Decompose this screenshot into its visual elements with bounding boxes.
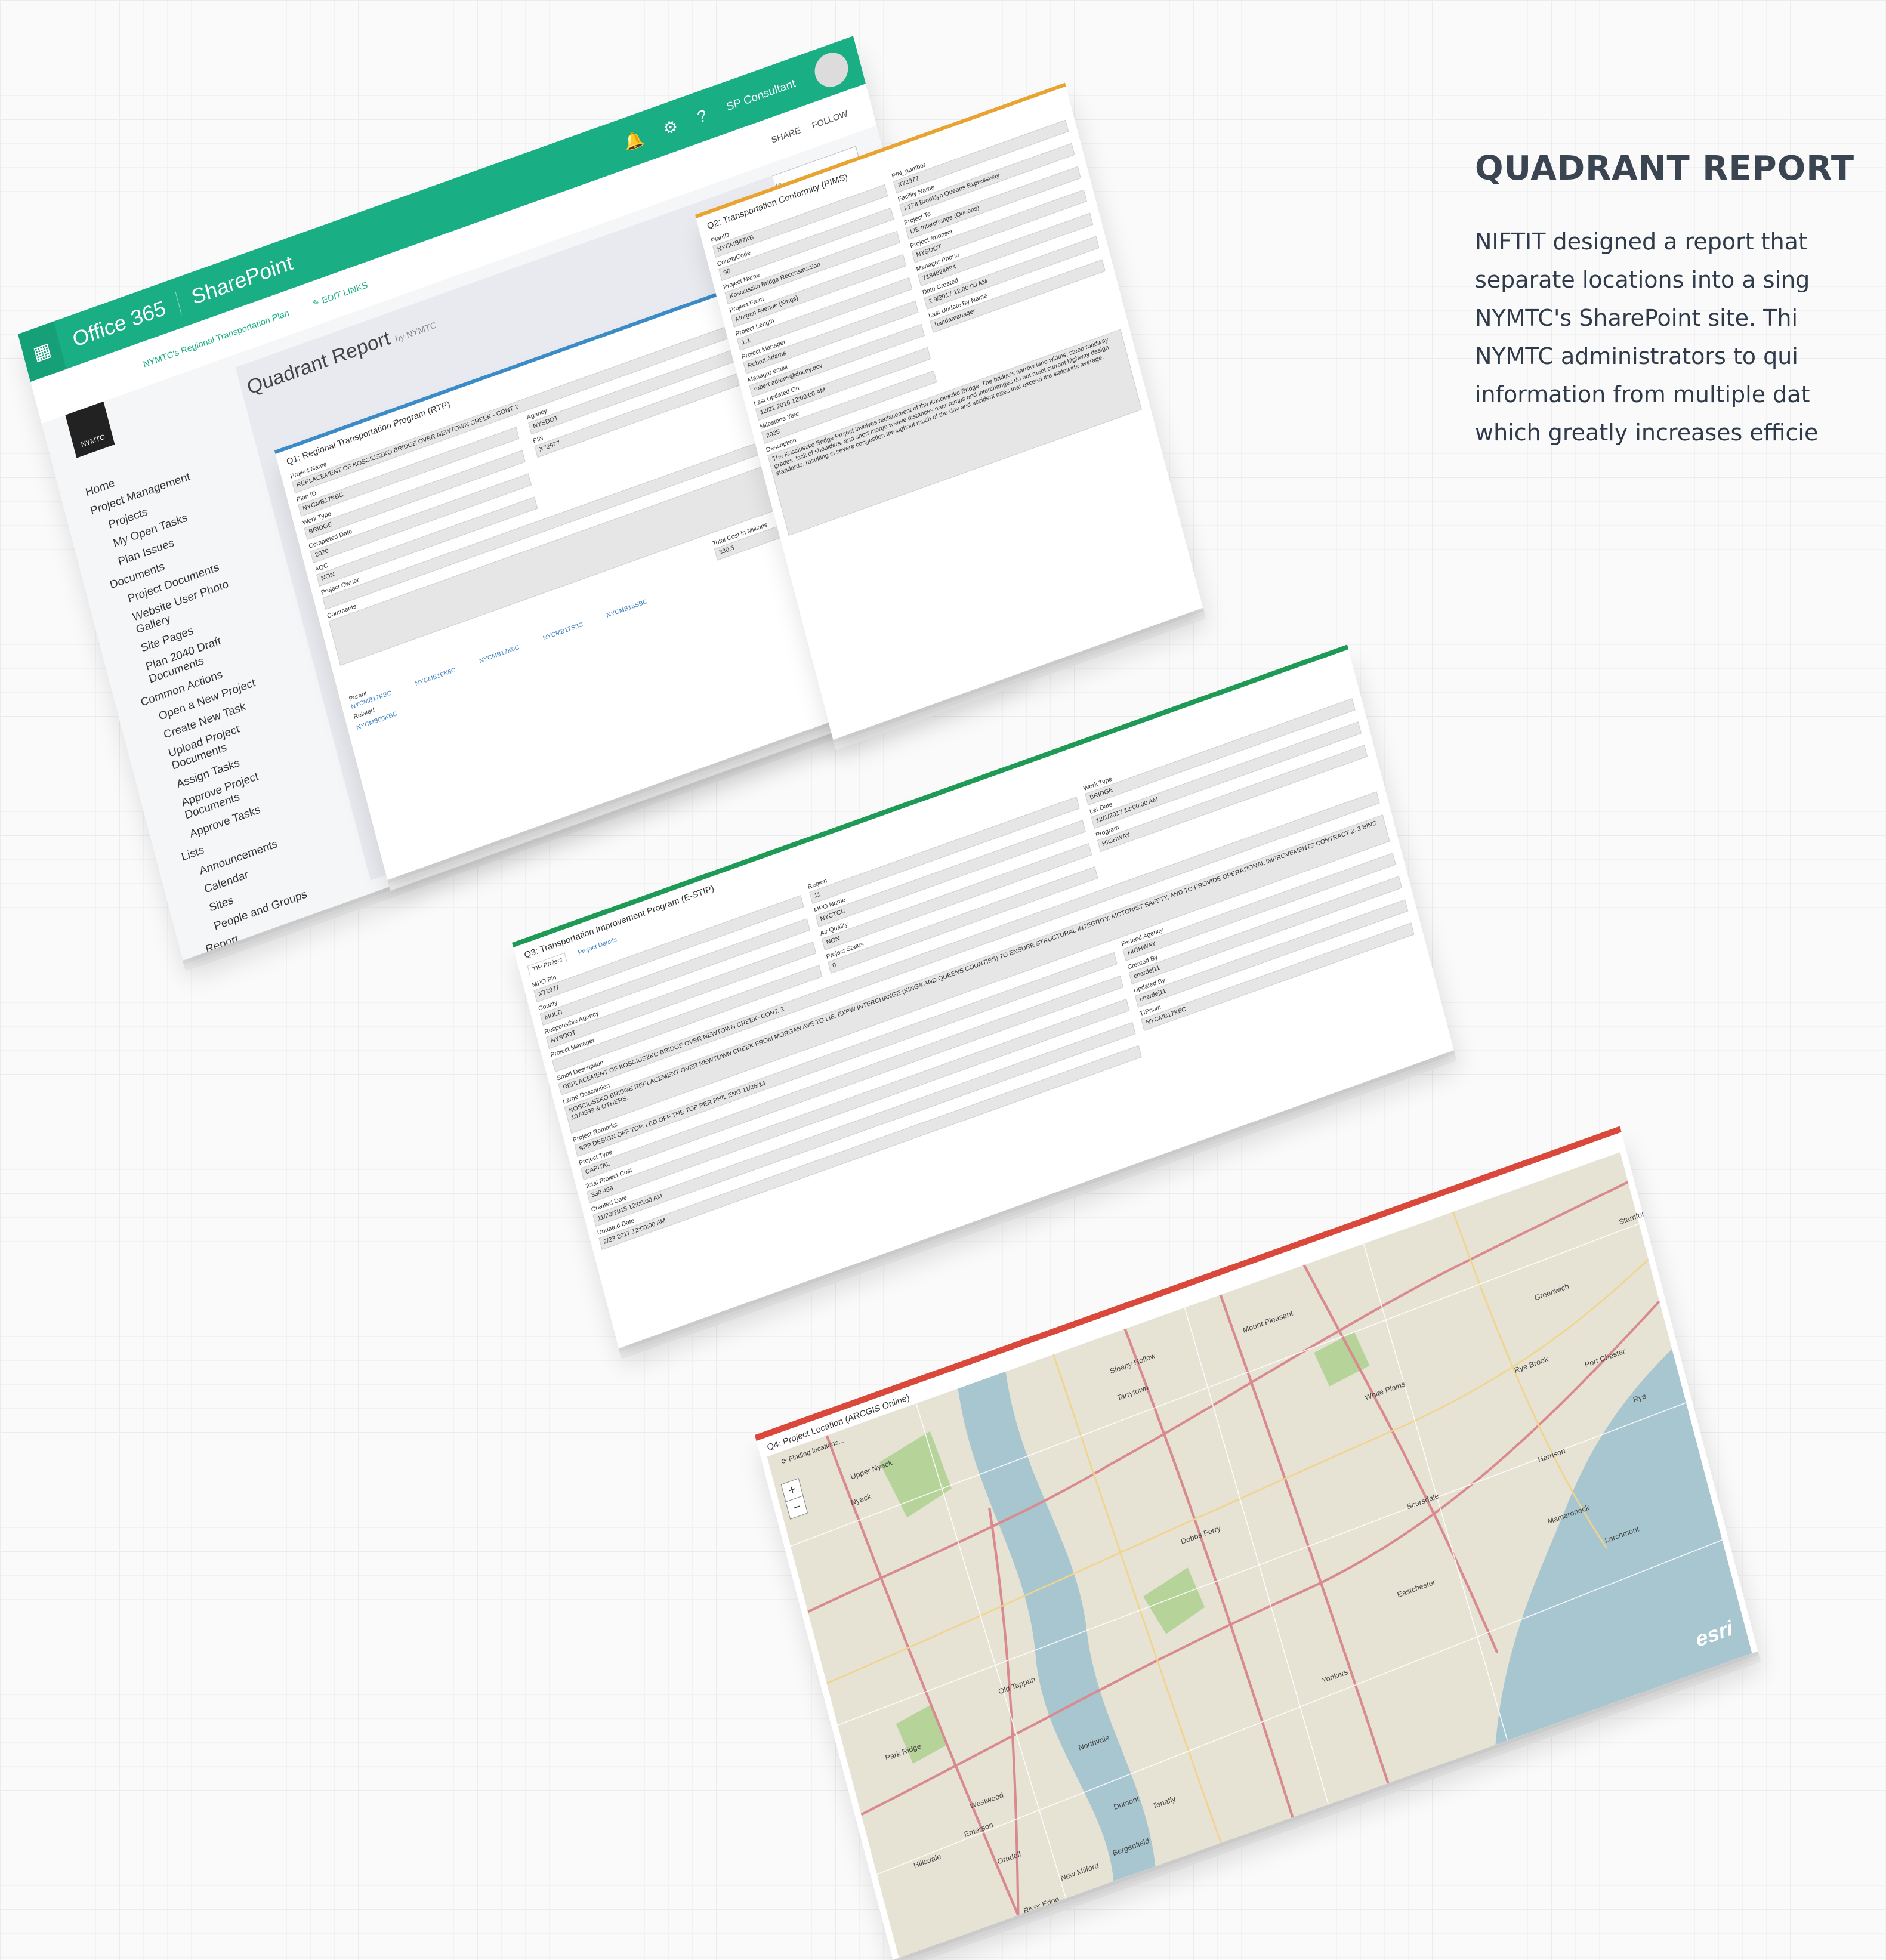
nav-item[interactable]: 2013 Create Unique Identification Tasks: [219, 952, 357, 961]
user-name[interactable]: SP Consultant: [725, 76, 797, 113]
report-line: NYMTC's SharePoint site. Thi: [1475, 305, 1798, 331]
report-line: NIFTIT designed a report that: [1475, 229, 1807, 255]
follow-button[interactable]: FOLLOW: [811, 108, 848, 130]
q4-panel: Q4: Project Location (ARCGIS Online) ⟳ F…: [755, 1126, 1758, 1960]
edit-links-label: EDIT LINKS: [320, 279, 369, 305]
share-button[interactable]: SHARE: [770, 125, 801, 145]
report-line: which greatly increases efficie: [1475, 419, 1819, 446]
settings-gear-icon[interactable]: ⚙: [661, 116, 680, 139]
avatar[interactable]: [811, 48, 852, 92]
report-line: information from multiple dat: [1475, 381, 1810, 408]
report-description: QUADRANT REPORT NIFTIT designed a report…: [1475, 149, 1881, 452]
help-icon[interactable]: ?: [695, 105, 709, 126]
page-author: by NYMTC: [394, 319, 438, 344]
notification-bell-icon[interactable]: 🔔: [622, 128, 646, 153]
report-heading: QUADRANT REPORT: [1475, 149, 1855, 188]
report-line: separate locations into a sing: [1475, 267, 1810, 293]
report-line: NYMTC administrators to qui: [1475, 343, 1798, 369]
edit-links-top[interactable]: ✎ EDIT LINKS: [311, 279, 369, 309]
report-paragraph: NIFTIT designed a report that separate l…: [1475, 223, 1881, 452]
